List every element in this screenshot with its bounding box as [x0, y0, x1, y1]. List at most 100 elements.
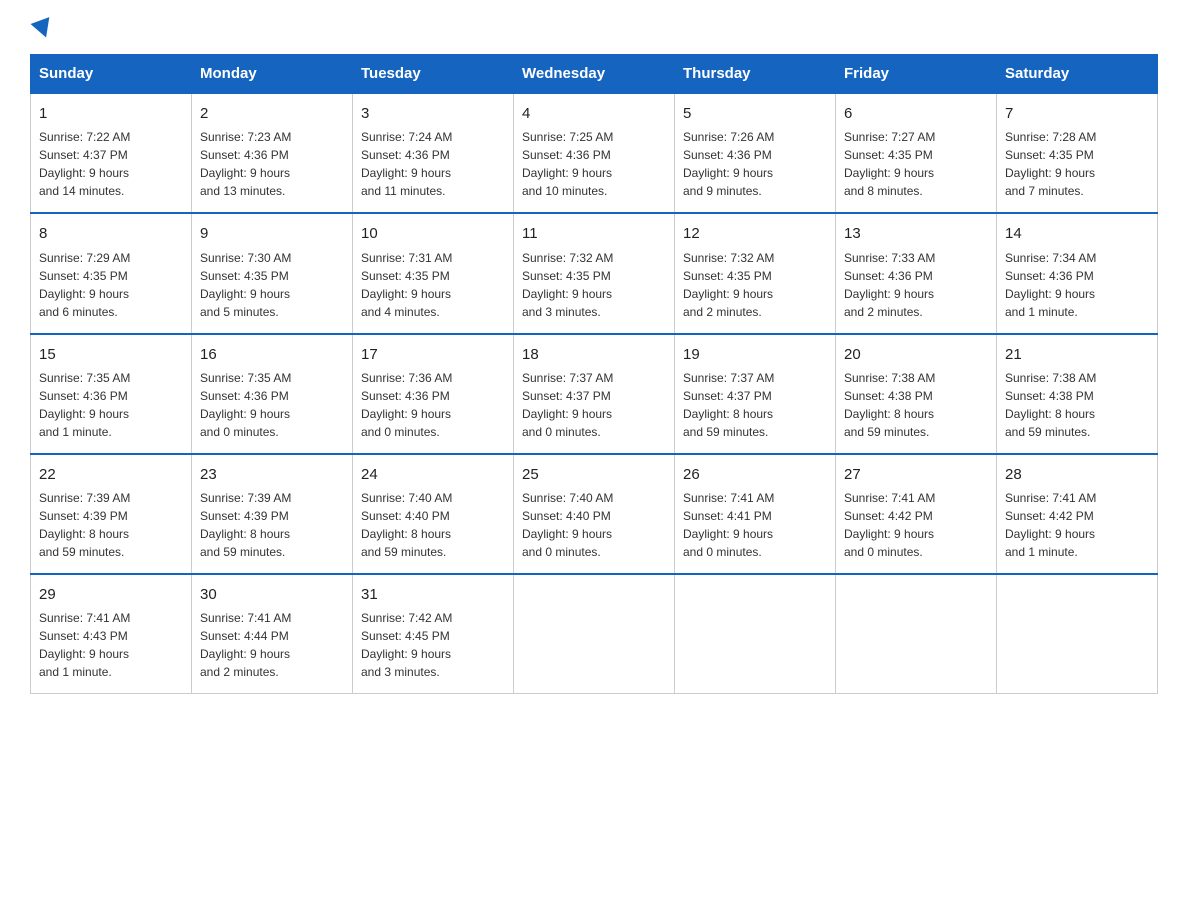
day-info: Sunrise: 7:41 AM Sunset: 4:42 PM Dayligh…	[844, 489, 988, 561]
calendar-cell	[514, 574, 675, 694]
day-info: Sunrise: 7:33 AM Sunset: 4:36 PM Dayligh…	[844, 249, 988, 321]
calendar-cell: 28Sunrise: 7:41 AM Sunset: 4:42 PM Dayli…	[997, 454, 1158, 574]
day-number: 17	[361, 343, 505, 366]
day-number: 16	[200, 343, 344, 366]
day-info: Sunrise: 7:32 AM Sunset: 4:35 PM Dayligh…	[683, 249, 827, 321]
day-info: Sunrise: 7:41 AM Sunset: 4:43 PM Dayligh…	[39, 609, 183, 681]
calendar-cell: 4 Sunrise: 7:25 AM Sunset: 4:36 PM Daylig…	[514, 93, 675, 213]
day-info: Sunrise: 7:22 AM Sunset: 4:37 PM Dayligh…	[39, 128, 183, 200]
day-number: 29	[39, 583, 183, 606]
calendar-cell	[836, 574, 997, 694]
calendar-cell: 9 Sunrise: 7:30 AM Sunset: 4:35 PM Daylig…	[192, 213, 353, 333]
calendar-cell: 7 Sunrise: 7:28 AM Sunset: 4:35 PM Daylig…	[997, 93, 1158, 213]
day-info: Sunrise: 7:31 AM Sunset: 4:35 PM Dayligh…	[361, 249, 505, 321]
day-number: 27	[844, 463, 988, 486]
day-number: 2	[200, 102, 344, 125]
calendar-cell: 18 Sunrise: 7:37 AM Sunset: 4:37 PM Dayli…	[514, 334, 675, 454]
day-info: Sunrise: 7:40 AM Sunset: 4:40 PM Dayligh…	[361, 489, 505, 561]
col-header-saturday: Saturday	[997, 55, 1158, 94]
day-number: 11	[522, 222, 666, 245]
calendar-cell: 11 Sunrise: 7:32 AM Sunset: 4:35 PM Dayli…	[514, 213, 675, 333]
day-info: Sunrise: 7:41 AM Sunset: 4:44 PM Dayligh…	[200, 609, 344, 681]
day-number: 23	[200, 463, 344, 486]
calendar-cell: 17 Sunrise: 7:36 AM Sunset: 4:36 PM Dayli…	[353, 334, 514, 454]
day-info: Sunrise: 7:25 AM Sunset: 4:36 PM Dayligh…	[522, 128, 666, 200]
day-info: Sunrise: 7:23 AM Sunset: 4:36 PM Dayligh…	[200, 128, 344, 200]
calendar-cell: 26 Sunrise: 7:41 AM Sunset: 4:41 PM Dayli…	[675, 454, 836, 574]
day-info: Sunrise: 7:37 AM Sunset: 4:37 PM Dayligh…	[683, 369, 827, 441]
calendar-cell: 5 Sunrise: 7:26 AM Sunset: 4:36 PM Daylig…	[675, 93, 836, 213]
calendar-cell: 21Sunrise: 7:38 AM Sunset: 4:38 PM Dayli…	[997, 334, 1158, 454]
col-header-thursday: Thursday	[675, 55, 836, 94]
calendar-week-row: 29 Sunrise: 7:41 AM Sunset: 4:43 PM Dayli…	[31, 574, 1158, 694]
day-info: Sunrise: 7:35 AM Sunset: 4:36 PM Dayligh…	[200, 369, 344, 441]
calendar-cell: 24 Sunrise: 7:40 AM Sunset: 4:40 PM Dayli…	[353, 454, 514, 574]
day-number: 9	[200, 222, 344, 245]
day-info: Sunrise: 7:41 AM Sunset: 4:42 PM Dayligh…	[1005, 489, 1149, 561]
day-info: Sunrise: 7:40 AM Sunset: 4:40 PM Dayligh…	[522, 489, 666, 561]
day-number: 7	[1005, 102, 1149, 125]
day-number: 3	[361, 102, 505, 125]
calendar-cell: 3 Sunrise: 7:24 AM Sunset: 4:36 PM Daylig…	[353, 93, 514, 213]
calendar-cell: 8 Sunrise: 7:29 AM Sunset: 4:35 PM Daylig…	[31, 213, 192, 333]
day-number: 14	[1005, 222, 1149, 245]
day-info: Sunrise: 7:26 AM Sunset: 4:36 PM Dayligh…	[683, 128, 827, 200]
day-number: 4	[522, 102, 666, 125]
logo-triangle-icon	[31, 17, 56, 41]
calendar-cell: 16 Sunrise: 7:35 AM Sunset: 4:36 PM Dayli…	[192, 334, 353, 454]
calendar-cell: 1 Sunrise: 7:22 AM Sunset: 4:37 PM Daylig…	[31, 93, 192, 213]
calendar-cell: 12 Sunrise: 7:32 AM Sunset: 4:35 PM Dayli…	[675, 213, 836, 333]
day-number: 26	[683, 463, 827, 486]
day-info: Sunrise: 7:36 AM Sunset: 4:36 PM Dayligh…	[361, 369, 505, 441]
calendar-cell: 25 Sunrise: 7:40 AM Sunset: 4:40 PM Dayli…	[514, 454, 675, 574]
page-header	[30, 20, 1158, 36]
calendar-week-row: 22 Sunrise: 7:39 AM Sunset: 4:39 PM Dayli…	[31, 454, 1158, 574]
calendar-cell: 31Sunrise: 7:42 AM Sunset: 4:45 PM Dayli…	[353, 574, 514, 694]
day-number: 31	[361, 583, 505, 606]
calendar-cell	[675, 574, 836, 694]
calendar-cell: 10 Sunrise: 7:31 AM Sunset: 4:35 PM Dayli…	[353, 213, 514, 333]
calendar-cell: 2 Sunrise: 7:23 AM Sunset: 4:36 PM Daylig…	[192, 93, 353, 213]
day-number: 8	[39, 222, 183, 245]
day-info: Sunrise: 7:30 AM Sunset: 4:35 PM Dayligh…	[200, 249, 344, 321]
day-number: 6	[844, 102, 988, 125]
day-info: Sunrise: 7:28 AM Sunset: 4:35 PM Dayligh…	[1005, 128, 1149, 200]
day-info: Sunrise: 7:34 AM Sunset: 4:36 PM Dayligh…	[1005, 249, 1149, 321]
calendar-week-row: 8 Sunrise: 7:29 AM Sunset: 4:35 PM Daylig…	[31, 213, 1158, 333]
calendar-cell: 15 Sunrise: 7:35 AM Sunset: 4:36 PM Dayli…	[31, 334, 192, 454]
day-info: Sunrise: 7:41 AM Sunset: 4:41 PM Dayligh…	[683, 489, 827, 561]
day-number: 25	[522, 463, 666, 486]
calendar-cell: 20Sunrise: 7:38 AM Sunset: 4:38 PM Dayli…	[836, 334, 997, 454]
day-number: 30	[200, 583, 344, 606]
day-number: 13	[844, 222, 988, 245]
calendar-cell	[997, 574, 1158, 694]
col-header-sunday: Sunday	[31, 55, 192, 94]
calendar-week-row: 15 Sunrise: 7:35 AM Sunset: 4:36 PM Dayli…	[31, 334, 1158, 454]
day-info: Sunrise: 7:29 AM Sunset: 4:35 PM Dayligh…	[39, 249, 183, 321]
day-number: 12	[683, 222, 827, 245]
calendar-cell: 23Sunrise: 7:39 AM Sunset: 4:39 PM Dayli…	[192, 454, 353, 574]
day-number: 18	[522, 343, 666, 366]
day-number: 1	[39, 102, 183, 125]
day-info: Sunrise: 7:27 AM Sunset: 4:35 PM Dayligh…	[844, 128, 988, 200]
day-info: Sunrise: 7:35 AM Sunset: 4:36 PM Dayligh…	[39, 369, 183, 441]
calendar-cell: 22 Sunrise: 7:39 AM Sunset: 4:39 PM Dayli…	[31, 454, 192, 574]
day-number: 15	[39, 343, 183, 366]
day-info: Sunrise: 7:24 AM Sunset: 4:36 PM Dayligh…	[361, 128, 505, 200]
calendar-table: SundayMondayTuesdayWednesdayThursdayFrid…	[30, 54, 1158, 694]
day-number: 24	[361, 463, 505, 486]
calendar-cell: 14 Sunrise: 7:34 AM Sunset: 4:36 PM Dayli…	[997, 213, 1158, 333]
day-number: 5	[683, 102, 827, 125]
calendar-cell: 6 Sunrise: 7:27 AM Sunset: 4:35 PM Daylig…	[836, 93, 997, 213]
col-header-friday: Friday	[836, 55, 997, 94]
day-number: 22	[39, 463, 183, 486]
calendar-week-row: 1 Sunrise: 7:22 AM Sunset: 4:37 PM Daylig…	[31, 93, 1158, 213]
day-number: 10	[361, 222, 505, 245]
logo	[30, 20, 58, 36]
day-info: Sunrise: 7:38 AM Sunset: 4:38 PM Dayligh…	[844, 369, 988, 441]
day-info: Sunrise: 7:39 AM Sunset: 4:39 PM Dayligh…	[39, 489, 183, 561]
calendar-cell: 29 Sunrise: 7:41 AM Sunset: 4:43 PM Dayli…	[31, 574, 192, 694]
day-info: Sunrise: 7:32 AM Sunset: 4:35 PM Dayligh…	[522, 249, 666, 321]
day-info: Sunrise: 7:37 AM Sunset: 4:37 PM Dayligh…	[522, 369, 666, 441]
calendar-cell: 19Sunrise: 7:37 AM Sunset: 4:37 PM Dayli…	[675, 334, 836, 454]
